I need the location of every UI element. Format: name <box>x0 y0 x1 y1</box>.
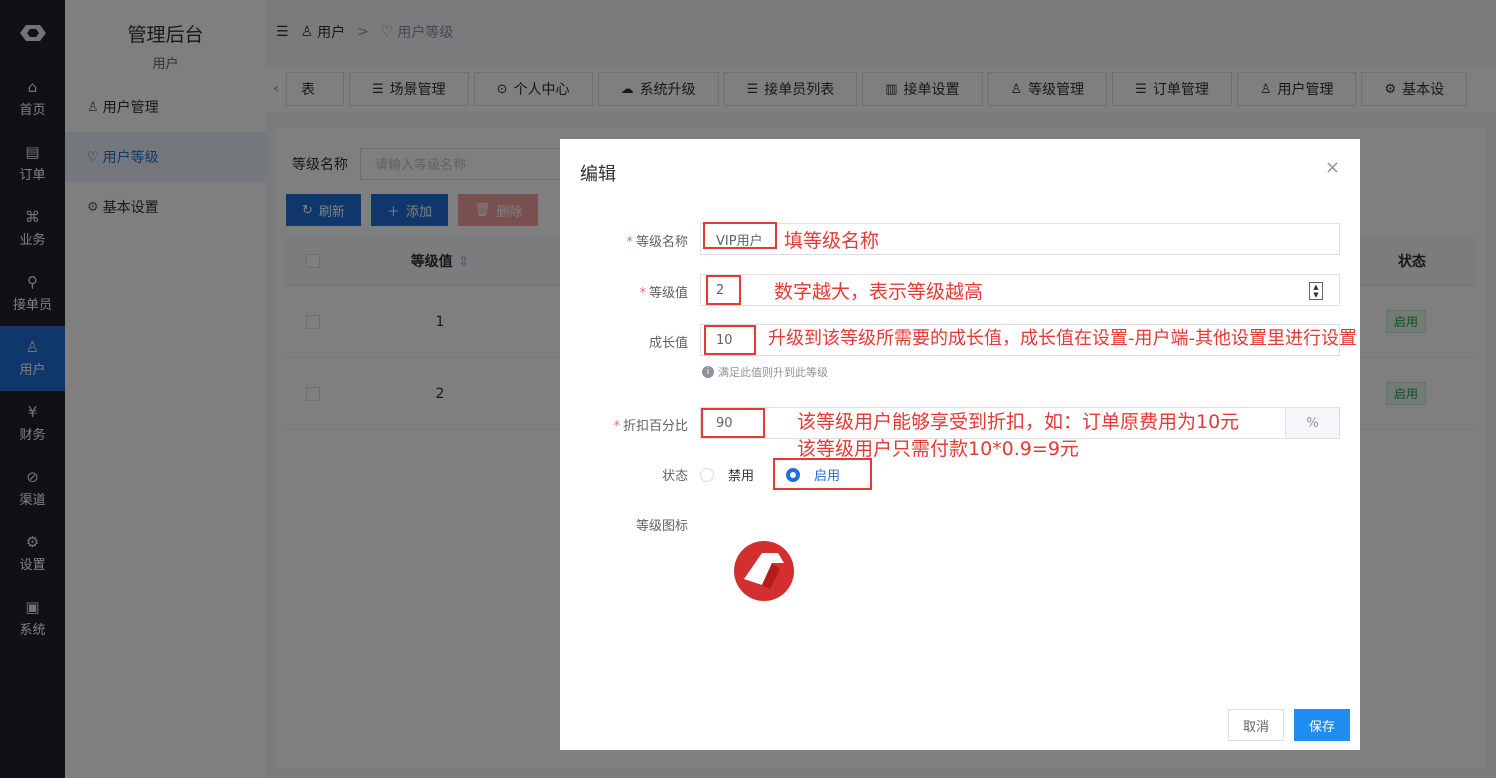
hint-text: 满足此值则升到此等级 <box>718 366 828 379</box>
annotation-discount-2: 该等级用户只需付款10*0.9=9元 <box>797 438 1079 460</box>
label-text: 折扣百分比 <box>622 419 688 434</box>
annotation-box-status <box>773 458 872 490</box>
annotation-growth: 升级到该等级所需要的成长值，成长值在设置-用户端-其他设置里进行设置 <box>768 328 1357 349</box>
discount-label: * 折扣百分比 <box>560 415 688 434</box>
save-button[interactable]: 保存 <box>1294 709 1350 741</box>
growth-label: 成长值 <box>648 336 688 351</box>
cancel-button[interactable]: 取消 <box>1228 709 1284 741</box>
info-icon: i <box>702 366 714 378</box>
edit-dialog: 编辑 × * 等级名称 VIP用户 * 等级值 2 ▲ ▼ 成长值 10 i 满足此值则… <box>560 139 1360 750</box>
annotation-box-discount <box>701 408 765 438</box>
close-icon[interactable]: × <box>1325 157 1340 178</box>
required-mark: * <box>613 419 620 434</box>
annotation-level: 数字越大，表示等级越高 <box>774 281 984 303</box>
label-text: 等级值 <box>648 286 688 301</box>
label-text: 等级名称 <box>635 235 688 250</box>
annotation-box-name <box>703 222 777 249</box>
required-mark: * <box>626 235 633 250</box>
level-badge-icon[interactable] <box>732 539 796 603</box>
percent-suffix: % <box>1285 408 1339 438</box>
icon-label: 等级图标 <box>635 519 688 534</box>
name-label: * 等级名称 <box>560 231 688 250</box>
annotation-name: 填等级名称 <box>784 230 880 252</box>
annotation-box-level <box>706 275 741 305</box>
annotation-discount-1: 该等级用户能够享受到折扣，如：订单原费用为10元 <box>797 411 1240 433</box>
level-label: * 等级值 <box>560 282 688 301</box>
growth-hint: i 满足此值则升到此等级 <box>702 364 828 380</box>
status-radio-disabled[interactable]: 禁用 <box>700 465 754 484</box>
required-mark: * <box>639 286 646 301</box>
radio-label: 禁用 <box>728 469 755 484</box>
status-label: 状态 <box>661 469 688 484</box>
radio-dot <box>700 467 714 482</box>
annotation-box-growth <box>704 325 756 355</box>
stepper-icon[interactable]: ▲ ▼ <box>1309 282 1323 300</box>
dialog-title: 编辑 <box>580 164 616 185</box>
